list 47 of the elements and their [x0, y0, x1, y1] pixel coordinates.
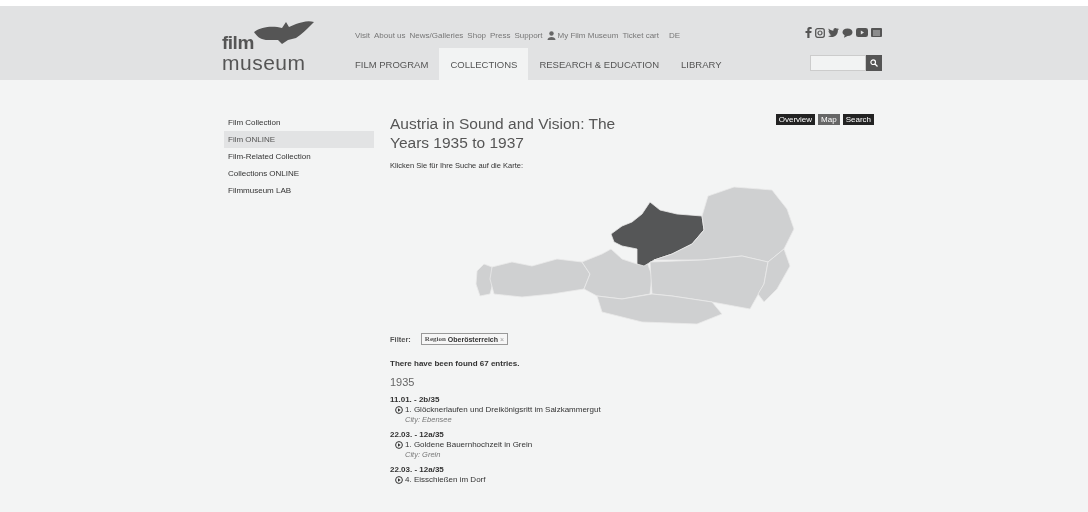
top-link[interactable]: Ticket cart — [622, 30, 659, 40]
map-region[interactable] — [610, 201, 705, 267]
play-circle-icon[interactable] — [395, 406, 403, 414]
sidebar-item[interactable]: Collections ONLINE — [224, 165, 374, 182]
view-button[interactable]: Overview — [775, 114, 816, 125]
instagram-icon[interactable] — [815, 27, 825, 38]
facebook-icon[interactable] — [805, 27, 812, 38]
entry-link[interactable]: 4. Eisschießen im Dorf — [405, 475, 486, 485]
search-button[interactable] — [866, 55, 882, 71]
logo-text[interactable]: museum — [222, 52, 355, 74]
account-link[interactable]: My Film Museum — [546, 30, 619, 40]
nav-tab[interactable]: FILM PROGRAM — [355, 48, 440, 80]
year-heading: 1935 — [390, 376, 416, 388]
speech-bubble-icon[interactable] — [842, 27, 853, 38]
user-icon — [546, 30, 556, 40]
view-button[interactable]: Search — [842, 114, 874, 125]
result-count: There have been found 67 entries. — [390, 359, 521, 368]
top-link[interactable]: News/Galleries — [409, 30, 464, 40]
top-link[interactable]: Press — [490, 30, 511, 40]
video-play-icon[interactable] — [856, 28, 868, 37]
top-link[interactable]: Visit — [355, 30, 370, 40]
play-circle-icon[interactable] — [395, 441, 403, 449]
top-link[interactable]: Shop — [467, 30, 487, 40]
play-circle-icon[interactable] — [395, 476, 403, 484]
sidebar-item[interactable]: Film ONLINE — [224, 131, 374, 148]
language-link[interactable]: DE — [669, 30, 681, 40]
sidebar-item[interactable]: Film Collection — [224, 114, 374, 131]
top-link[interactable]: Support — [514, 30, 543, 40]
entry-link[interactable]: 1. Glöcknerlaufen und Dreikönigsritt im Salzkammergut — [405, 405, 601, 415]
nav-tab[interactable]: RESEARCH & EDUCATION — [528, 48, 671, 80]
logo-text[interactable]: film — [222, 34, 254, 52]
entry-date: 22.03. - 12a/35 — [390, 430, 445, 440]
entry-date: 22.03. - 12a/35 — [390, 465, 445, 475]
sidebar-item[interactable]: Filmmuseum LAB — [224, 182, 374, 199]
entry-date: 11.01. - 2b/35 — [390, 395, 441, 405]
view-button[interactable]: Map — [818, 114, 840, 125]
bird-icon[interactable] — [828, 28, 839, 37]
search-icon — [870, 59, 878, 67]
sidebar-item[interactable]: Film-Related Collection — [224, 148, 374, 165]
map-region[interactable] — [653, 186, 795, 263]
entry-link[interactable]: 1. Goldene Bauernhochzeit in Grein — [405, 440, 533, 450]
map-region[interactable] — [581, 248, 653, 300]
top-link[interactable]: About us — [373, 30, 406, 40]
search-field[interactable] — [810, 55, 866, 71]
nav-tab[interactable]: LIBRARY — [670, 48, 722, 80]
nav-tab[interactable]: COLLECTIONS — [439, 48, 529, 80]
page-title: Austria in Sound and Vision: The Years 1935 to 1937 — [390, 114, 617, 152]
